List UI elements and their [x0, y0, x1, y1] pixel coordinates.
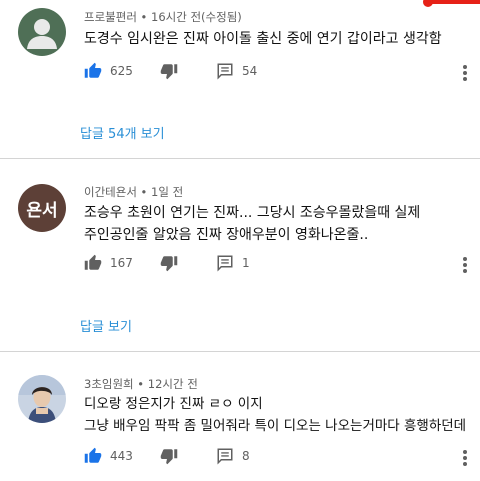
avatar-initials: 욘서 [26, 200, 58, 221]
comment-icon [217, 448, 233, 465]
comment-icon [217, 63, 233, 80]
comment-time: 12시간 전 [147, 377, 198, 391]
like-button[interactable]: 167 [84, 254, 133, 272]
comment-time: 1일 전 [151, 185, 184, 199]
thumbs-down-icon [160, 449, 178, 465]
comment-meta: 프로불편러 • 16시간 전(수정됨) [84, 9, 242, 25]
meta-separator: • [136, 10, 152, 24]
thumbs-up-icon [84, 254, 102, 270]
meta-separator: • [136, 185, 152, 199]
more-options-button[interactable] [456, 447, 474, 469]
divider [0, 158, 480, 159]
photo-avatar [18, 375, 66, 423]
comment-text: 조승우 초원이 연기는 진짜... 그당시 조승우몰랐을때 실제 주인공인줄 알… [84, 205, 421, 243]
comment-thread: 3초임원희 • 12시간 전 디오랑 정은지가 진짜 ㄹㅇ 이지 그냥 배우임 … [0, 353, 480, 481]
more-vertical-icon [463, 65, 467, 81]
thumbs-down-icon [160, 64, 178, 80]
comment-author[interactable]: 프로불편러 [84, 10, 137, 24]
comment-text: 도경수 임시완은 진짜 아이돌 출신 중에 연기 갑이라고 생각함 [84, 31, 442, 47]
comment-thread: 프로불편러 • 16시간 전(수정됨) 도경수 임시완은 진짜 아이돌 출신 중… [0, 0, 480, 158]
divider [0, 351, 480, 352]
like-count: 443 [110, 449, 133, 463]
comment-actions: 443 8 [84, 447, 474, 469]
reply-button[interactable]: 54 [216, 62, 257, 80]
thumbs-down-icon [160, 256, 178, 272]
dislike-button[interactable] [160, 62, 178, 80]
reply-count: 54 [242, 64, 258, 78]
dislike-button[interactable] [160, 254, 178, 272]
comment-meta: 3초임원희 • 12시간 전 [84, 376, 198, 392]
avatar[interactable] [18, 375, 66, 423]
default-avatar-icon [18, 8, 66, 56]
like-count: 167 [110, 256, 133, 270]
like-button[interactable]: 625 [84, 62, 133, 80]
reply-button[interactable]: 8 [216, 447, 250, 465]
avatar[interactable] [18, 8, 66, 56]
comment-thread: 욘서 이간테욘서 • 1일 전 조승우 초원이 연기는 진짜... 그당시 조승… [0, 160, 480, 351]
view-replies-link[interactable]: 답글 보기 [80, 316, 132, 335]
more-options-button[interactable] [456, 62, 474, 84]
comment-author[interactable]: 3초임원희 [84, 377, 134, 391]
comment-actions: 625 54 [84, 62, 474, 84]
reply-count: 8 [242, 449, 250, 463]
like-count: 625 [110, 64, 133, 78]
comment-time: 16시간 전(수정됨) [151, 10, 242, 24]
more-vertical-icon [463, 450, 467, 466]
more-options-button[interactable] [456, 254, 474, 276]
more-vertical-icon [463, 257, 467, 273]
avatar[interactable]: 욘서 [18, 184, 66, 232]
thumbs-up-icon [84, 447, 102, 463]
comment-author[interactable]: 이간테욘서 [84, 185, 137, 199]
view-replies-link[interactable]: 답글 54개 보기 [80, 123, 165, 142]
thumbs-up-icon [84, 62, 102, 78]
comment-text: 디오랑 정은지가 진짜 ㄹㅇ 이지 그냥 배우임 팍팍 좀 밀어줘라 특이 디오… [84, 396, 467, 434]
reply-count: 1 [242, 256, 250, 270]
meta-separator: • [133, 377, 148, 391]
dislike-button[interactable] [160, 447, 178, 465]
reply-button[interactable]: 1 [216, 254, 250, 272]
like-button[interactable]: 443 [84, 447, 133, 465]
comment-meta: 이간테욘서 • 1일 전 [84, 184, 183, 200]
comment-icon [217, 255, 233, 272]
comment-actions: 167 1 [84, 254, 474, 276]
